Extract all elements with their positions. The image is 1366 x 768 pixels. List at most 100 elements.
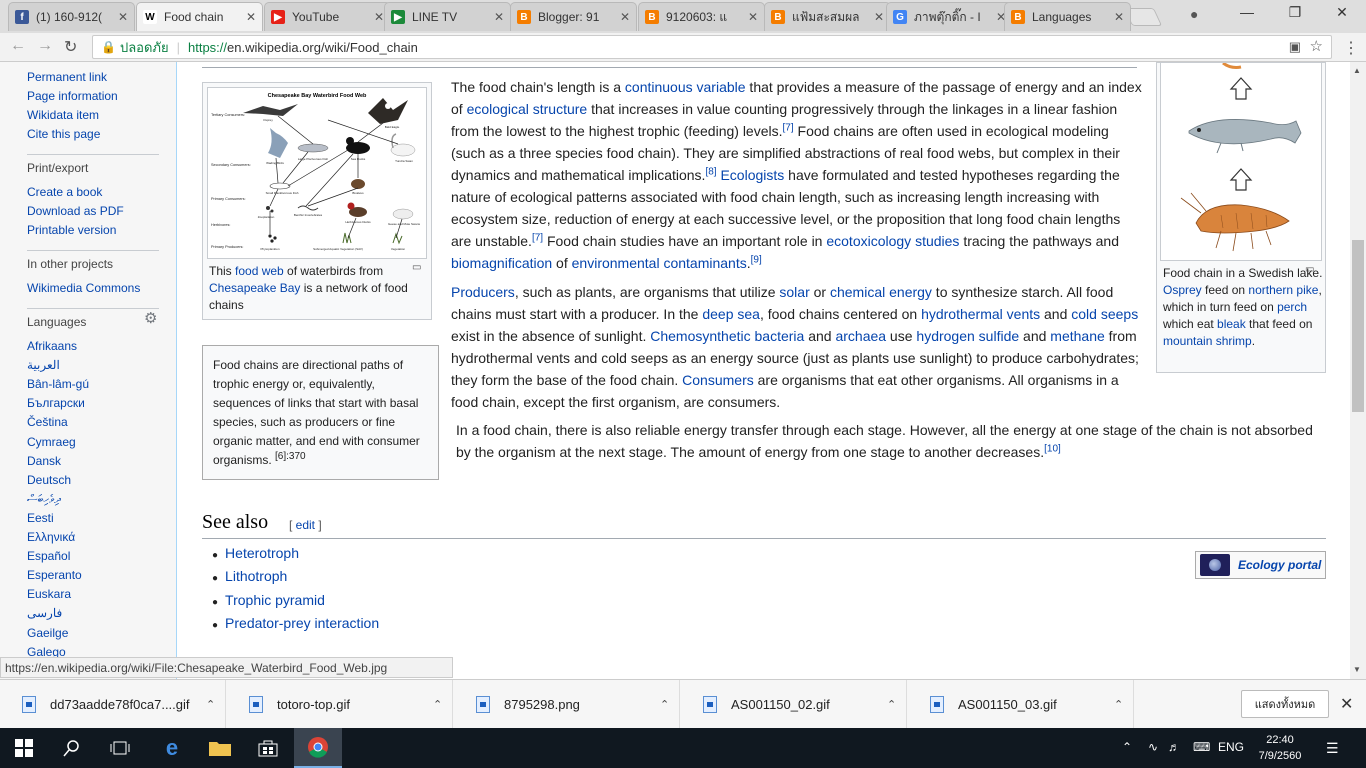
sidebar-language-link[interactable]: Gaeilge (27, 626, 68, 640)
chevron-up-icon[interactable]: ⌃ (660, 698, 669, 711)
inline-link[interactable]: hydrothermal vents (921, 306, 1040, 322)
sidebar-language-link[interactable]: Bân-lâm-gú (27, 377, 89, 391)
inline-link[interactable]: Producers (451, 284, 515, 300)
inline-link[interactable]: environmental contaminants (572, 255, 747, 271)
inline-link[interactable]: chemical energy (830, 284, 932, 300)
forward-icon[interactable]: → (37, 37, 53, 55)
sidebar-language-link[interactable]: Euskara (27, 587, 71, 601)
browser-tab[interactable]: ▶ LINE TV ✕ (384, 2, 511, 31)
browser-tab[interactable]: W Food chain ✕ (136, 2, 263, 31)
browser-menu-icon[interactable]: ⋮ (1343, 38, 1359, 58)
sidebar-project-link[interactable]: Wikimedia Commons (27, 281, 140, 295)
sidebar-language-link[interactable]: Afrikaans (27, 339, 77, 353)
gear-icon[interactable]: ⚙ (144, 309, 157, 327)
inline-link[interactable]: deep sea (702, 306, 760, 322)
start-button[interactable] (0, 728, 48, 768)
inline-link[interactable]: solar (779, 284, 809, 300)
sidebar-language-link[interactable]: ދިވެހިބަސް (27, 492, 61, 507)
file-explorer-button[interactable] (196, 728, 244, 768)
food-web-link[interactable]: food web (235, 264, 284, 278)
inline-link[interactable]: ecotoxicology studies (826, 233, 959, 249)
sidebar-language-link[interactable]: العربية (27, 358, 60, 372)
browser-tab[interactable]: ▶ YouTube ✕ (264, 2, 391, 31)
inline-link[interactable]: ecological structure (467, 101, 588, 117)
task-view-button[interactable] (96, 728, 144, 768)
tab-close-icon[interactable]: ✕ (118, 10, 128, 24)
sidebar-language-link[interactable]: Deutsch (27, 473, 71, 487)
tab-close-icon[interactable]: ✕ (620, 10, 630, 24)
volume-icon[interactable]: ♬ (1168, 740, 1180, 754)
chevron-up-icon[interactable]: ⌃ (206, 698, 215, 711)
inline-link[interactable]: continuous variable (625, 79, 746, 95)
inline-link[interactable]: bleak (1217, 317, 1246, 331)
sidebar-tool-link[interactable]: Cite this page (27, 127, 100, 141)
see-also-item[interactable]: ● Heterotroph (212, 545, 299, 561)
sidebar-tool-link[interactable]: Page information (27, 89, 118, 103)
sidebar-language-link[interactable]: Dansk (27, 454, 61, 468)
inline-link[interactable]: archaea (835, 328, 886, 344)
search-button[interactable] (48, 728, 96, 768)
sidebar-language-link[interactable]: Ελληνικά (27, 530, 75, 544)
inline-link[interactable]: cold seeps (1071, 306, 1138, 322)
tray-chevron-up-icon[interactable]: ⌃ (1122, 740, 1132, 754)
citation-ref[interactable]: [9] (751, 254, 762, 265)
sidebar-tool-link[interactable]: Permanent link (27, 70, 107, 84)
system-clock[interactable]: 22:40 7/9/2560 (1255, 732, 1305, 764)
minimize-icon[interactable]: — (1232, 4, 1262, 20)
window-close-icon[interactable]: ✕ (1327, 4, 1357, 21)
food-web-image[interactable]: Chesapeake Bay Waterbird Food Web Tertia… (207, 87, 427, 259)
chrome-button[interactable] (294, 728, 342, 768)
download-item[interactable]: AS001150_03.gif ⌃ (908, 680, 1134, 729)
sidebar-language-link[interactable]: Eesti (27, 511, 54, 525)
tab-close-icon[interactable]: ✕ (246, 10, 256, 24)
notifications-icon[interactable]: ☰ (1326, 740, 1339, 757)
inline-link[interactable]: hydrogen sulfide (916, 328, 1019, 344)
see-also-item[interactable]: ● Predator-prey interaction (212, 615, 379, 631)
bookmark-star-icon[interactable]: ☆ (1310, 37, 1323, 55)
tab-close-icon[interactable]: ✕ (874, 10, 884, 24)
tab-close-icon[interactable]: ✕ (494, 10, 504, 24)
show-all-downloads-button[interactable]: แสดงทั้งหมด (1241, 690, 1329, 718)
inline-link[interactable]: Consumers (682, 372, 754, 388)
edge-button[interactable]: e (148, 728, 196, 768)
download-item[interactable]: dd73aadde78f0ca7....gif ⌃ (0, 680, 226, 729)
sidebar-language-link[interactable]: فارسی (27, 606, 62, 620)
input-language[interactable]: ENG (1218, 740, 1244, 754)
sidebar-print-link[interactable]: Download as PDF (27, 204, 124, 218)
download-item[interactable]: 8795298.png ⌃ (454, 680, 680, 729)
translate-icon[interactable]: ▣ (1289, 39, 1301, 55)
browser-tab[interactable]: G ภาพตุ๊กติ๊ก - I ✕ (886, 2, 1013, 31)
inline-link[interactable]: Chemosynthetic bacteria (650, 328, 804, 344)
scrollbar-thumb[interactable] (1352, 240, 1364, 412)
inline-link[interactable]: Osprey (1163, 283, 1202, 297)
profile-icon[interactable]: ● (1190, 6, 1198, 22)
see-also-link[interactable]: Predator-prey interaction (225, 615, 379, 631)
browser-tab[interactable]: f (1) 160-912(✕ (8, 2, 135, 31)
inline-link[interactable]: Ecologists (720, 167, 784, 183)
citation-ref[interactable]: [6]:370 (275, 451, 306, 462)
inline-link[interactable]: perch (1277, 300, 1307, 314)
ecology-portal-box[interactable]: Ecology portal (1195, 551, 1326, 579)
store-button[interactable] (244, 728, 292, 768)
inline-link[interactable]: methane (1050, 328, 1104, 344)
maximize-icon[interactable]: ❐ (1280, 4, 1310, 21)
chesapeake-bay-link[interactable]: Chesapeake Bay (209, 281, 300, 295)
sidebar-language-link[interactable]: Cymraeg (27, 435, 76, 449)
vertical-scrollbar[interactable]: ▲ ▼ (1350, 62, 1366, 679)
tab-close-icon[interactable]: ✕ (374, 10, 384, 24)
sidebar-language-link[interactable]: Čeština (27, 415, 68, 429)
edit-section-link[interactable]: [ edit ] (289, 518, 322, 532)
inline-link[interactable]: mountain shrimp (1163, 334, 1252, 348)
browser-tab[interactable]: B 9120603: แ ✕ (638, 2, 765, 31)
sidebar-language-link[interactable]: Esperanto (27, 568, 82, 582)
chevron-up-icon[interactable]: ⌃ (887, 698, 896, 711)
sidebar-tool-link[interactable]: Wikidata item (27, 108, 99, 122)
download-item[interactable]: AS001150_02.gif ⌃ (681, 680, 907, 729)
download-item[interactable]: totoro-top.gif ⌃ (227, 680, 453, 729)
chevron-up-icon[interactable]: ⌃ (1114, 698, 1123, 711)
inline-link[interactable]: northern pike (1248, 283, 1318, 297)
citation-ref[interactable]: [7] (532, 232, 543, 243)
food-chain-image[interactable] (1160, 62, 1322, 261)
citation-ref[interactable]: [7] (783, 122, 794, 133)
address-bar[interactable]: 🔒 ปลอดภัย | https:// en.wikipedia.org/wi… (92, 35, 1332, 59)
